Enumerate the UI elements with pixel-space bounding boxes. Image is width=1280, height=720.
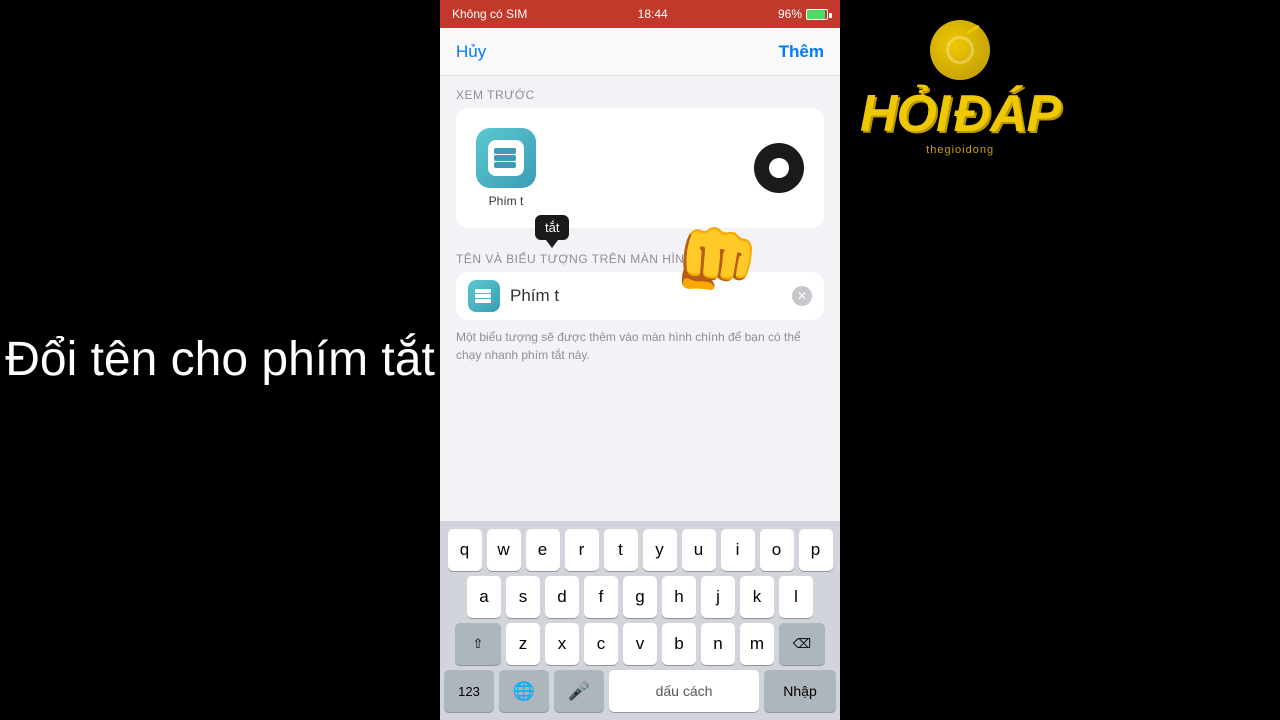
keyboard[interactable]: q w e r t y u i o p a s d f g h j k l ⇧ …	[440, 521, 840, 720]
nl2	[475, 294, 491, 298]
camera-button[interactable]	[754, 143, 804, 193]
cancel-button[interactable]: Hủy	[456, 42, 486, 62]
phone-screen: Không có SIM 18:44 96% Hủy Thêm XEM TRƯỚ…	[440, 0, 840, 720]
keyboard-bottom-row: 123 🌐 🎤 dấu cách Nhập	[444, 670, 836, 712]
mic-key[interactable]: 🎤	[554, 670, 604, 712]
key-q[interactable]: q	[448, 529, 482, 571]
left-description-text: Đổi tên cho phím tắt	[5, 329, 435, 391]
layers-icon	[494, 148, 518, 168]
key-o[interactable]: o	[760, 529, 794, 571]
key-c[interactable]: c	[584, 623, 618, 665]
name-input-field[interactable]	[510, 286, 782, 306]
key-f[interactable]: f	[584, 576, 618, 618]
logo-hoi: HỎI	[860, 84, 949, 144]
numbers-key[interactable]: 123	[444, 670, 494, 712]
add-button[interactable]: Thêm	[779, 42, 824, 62]
clear-button[interactable]: ✕	[792, 286, 812, 306]
nl3	[475, 299, 491, 303]
name-section: TÊN VÀ BIỂU TƯỢNG TRÊN MÀN HÌNH ✕ Một bi…	[440, 240, 840, 372]
logo-ring	[946, 36, 974, 64]
logo-text-row: HỎI ĐÁP	[860, 84, 1060, 144]
key-g[interactable]: g	[623, 576, 657, 618]
layer-1	[494, 148, 516, 154]
space-key[interactable]: dấu cách	[609, 670, 759, 712]
key-p[interactable]: p	[799, 529, 833, 571]
app-icon-inner	[488, 140, 524, 176]
logo-dap: ĐÁP	[953, 84, 1060, 144]
key-u[interactable]: u	[682, 529, 716, 571]
key-v[interactable]: v	[623, 623, 657, 665]
key-m[interactable]: m	[740, 623, 774, 665]
key-e[interactable]: e	[526, 529, 560, 571]
key-s[interactable]: s	[506, 576, 540, 618]
battery-status: 96%	[778, 7, 828, 21]
key-i[interactable]: i	[721, 529, 755, 571]
helper-text: Một biểu tượng sẽ được thêm vào màn hình…	[440, 320, 840, 372]
key-j[interactable]: j	[701, 576, 735, 618]
content-area: XEM TRƯỚC Phím t	[440, 76, 840, 521]
time-text: 18:44	[638, 7, 668, 21]
keyboard-row-2: a s d f g h j k l	[444, 576, 836, 618]
key-t[interactable]: t	[604, 529, 638, 571]
preview-card: Phím t	[456, 108, 824, 228]
carrier-text: Không có SIM	[452, 7, 527, 21]
key-r[interactable]: r	[565, 529, 599, 571]
key-z[interactable]: z	[506, 623, 540, 665]
key-d[interactable]: d	[545, 576, 579, 618]
right-panel: HỎI ĐÁP thegioidong	[840, 0, 1280, 720]
keyboard-row-3: ⇧ z x c v b n m ⌫	[444, 623, 836, 665]
name-app-icon	[468, 280, 500, 312]
preview-section-label: XEM TRƯỚC	[440, 76, 840, 108]
left-panel: Đổi tên cho phím tắt	[0, 0, 440, 720]
tooltip-wrap: tắt	[535, 215, 569, 248]
nl1	[475, 289, 491, 293]
battery-icon	[806, 9, 828, 20]
delete-key[interactable]: ⌫	[779, 623, 825, 665]
logo-dash	[966, 25, 980, 35]
tooltip-box: tắt	[535, 215, 569, 240]
layer-2	[494, 155, 516, 161]
preview-app-icon-wrap: Phím t	[476, 128, 536, 208]
key-y[interactable]: y	[643, 529, 677, 571]
nav-bar: Hủy Thêm	[440, 28, 840, 76]
layer-3	[494, 162, 516, 168]
shift-key[interactable]: ⇧	[455, 623, 501, 665]
key-x[interactable]: x	[545, 623, 579, 665]
app-icon	[476, 128, 536, 188]
key-k[interactable]: k	[740, 576, 774, 618]
key-w[interactable]: w	[487, 529, 521, 571]
globe-key[interactable]: 🌐	[499, 670, 549, 712]
key-b[interactable]: b	[662, 623, 696, 665]
battery-percent: 96%	[778, 7, 802, 21]
key-n[interactable]: n	[701, 623, 735, 665]
camera-inner	[769, 158, 789, 178]
status-bar: Không có SIM 18:44 96%	[440, 0, 840, 28]
return-key[interactable]: Nhập	[764, 670, 836, 712]
tooltip-arrow	[546, 240, 558, 248]
keyboard-row-1: q w e r t y u i o p	[444, 529, 836, 571]
name-layers-icon	[475, 289, 493, 304]
logo-icon	[930, 20, 990, 80]
key-l[interactable]: l	[779, 576, 813, 618]
key-a[interactable]: a	[467, 576, 501, 618]
logo-subtitle: thegioidong	[926, 144, 994, 156]
key-h[interactable]: h	[662, 576, 696, 618]
name-section-label: TÊN VÀ BIỂU TƯỢNG TRÊN MÀN HÌNH	[440, 240, 840, 272]
name-input-row: ✕	[456, 272, 824, 320]
logo-wrap: HỎI ĐÁP thegioidong	[860, 20, 1060, 156]
preview-app-name: Phím t	[489, 194, 524, 208]
